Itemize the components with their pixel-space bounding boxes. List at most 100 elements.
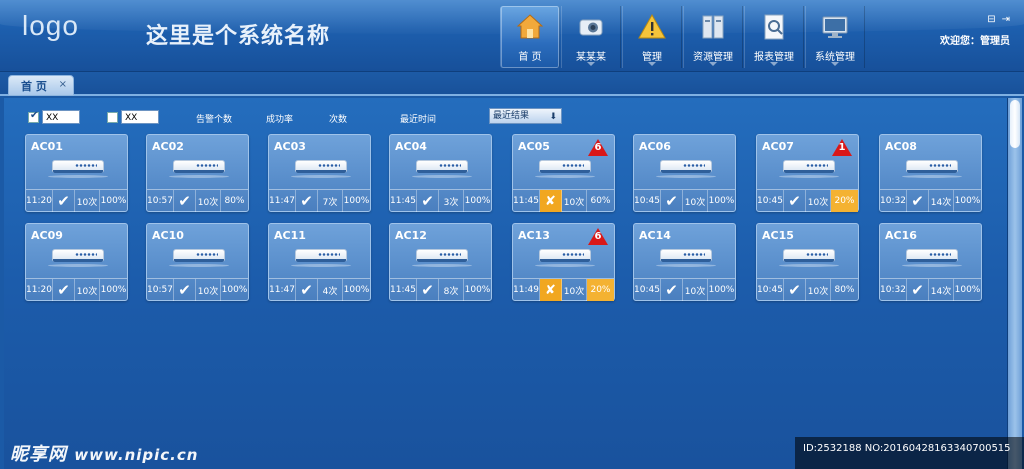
run-count: 10次	[806, 190, 831, 212]
success-rate: 100%	[100, 285, 127, 295]
device-card[interactable]: AC07 1 10:45 ✔ 10次 20%	[756, 134, 859, 212]
label-alert-count: 告警个数	[196, 115, 233, 125]
nav-resource[interactable]: 资源管理	[683, 6, 743, 68]
warning-icon	[637, 12, 667, 42]
router-icon	[295, 160, 347, 173]
router-icon	[660, 249, 712, 262]
filter-checkbox-1[interactable]	[28, 110, 39, 123]
device-card[interactable]: AC04 11:45 ✔ 3次 100%	[389, 134, 492, 212]
select-value: 最近结果	[493, 111, 530, 121]
watermark-site: www.nipic.cn	[74, 446, 199, 464]
nav-system[interactable]: 系统管理	[805, 6, 865, 68]
device-shadow	[535, 175, 595, 178]
success-rate: 20%	[831, 190, 858, 212]
alert-count: 1	[838, 142, 846, 153]
run-count: 14次	[929, 279, 954, 301]
device-card[interactable]: AC16 10:32 ✔ 14次 100%	[879, 223, 982, 301]
filter-input-2[interactable]: XX	[121, 110, 159, 124]
nav-label: 某某某	[576, 52, 606, 63]
check-icon: ✔	[174, 279, 196, 301]
device-card[interactable]: AC08 10:32 ✔ 14次 100%	[879, 134, 982, 212]
alert-badge[interactable]: 6	[588, 139, 608, 156]
device-card[interactable]: AC14 10:45 ✔ 10次 100%	[633, 223, 736, 301]
device-shadow	[169, 175, 229, 178]
device-name: AC01	[31, 140, 63, 153]
minimize-icon[interactable]: ⊟	[987, 14, 995, 25]
device-card[interactable]: AC01 11:20 ✔ 10次 100%	[25, 134, 128, 212]
device-card[interactable]: AC02 10:57 ✔ 10次 80%	[146, 134, 249, 212]
check-icon: ✔	[907, 279, 929, 301]
alert-count: 6	[594, 231, 602, 242]
run-count: 10次	[683, 190, 708, 212]
latest-time: 10:45	[634, 279, 661, 301]
device-shadow	[291, 264, 351, 267]
nav-label: 首 页	[518, 52, 542, 63]
success-rate: 100%	[464, 285, 491, 295]
check-icon: ✔	[784, 190, 806, 212]
latest-time: 10:32	[880, 279, 907, 301]
device-shadow	[656, 264, 716, 267]
alert-badge[interactable]: 1	[832, 139, 852, 156]
device-card[interactable]: AC12 11:45 ✔ 8次 100%	[389, 223, 492, 301]
latest-time: 10:32	[880, 190, 907, 212]
watermark-brand: 昵享网 www.nipic.cn	[10, 440, 198, 466]
scrollbar[interactable]	[1007, 98, 1022, 469]
device-card[interactable]: AC15 10:45 ✔ 10次 80%	[756, 223, 859, 301]
check-icon: ✔	[296, 279, 318, 301]
device-name: AC12	[395, 229, 427, 242]
tab-home[interactable]: 首 页 ×	[8, 75, 74, 96]
device-card[interactable]: AC09 11:20 ✔ 10次 100%	[25, 223, 128, 301]
filter-checkbox-2[interactable]	[107, 112, 118, 123]
device-card[interactable]: AC11 11:47 ✔ 4次 100%	[268, 223, 371, 301]
device-stats: 10:57 ✔ 10次 100%	[147, 278, 248, 301]
check-icon: ✔	[417, 190, 439, 212]
device-shadow	[779, 175, 839, 178]
nav-camera[interactable]: 某某某	[561, 6, 621, 68]
logout-icon[interactable]: ⇥	[1002, 14, 1010, 25]
router-icon	[783, 249, 835, 262]
cross-icon: ✘	[540, 190, 562, 212]
device-card[interactable]: AC06 10:45 ✔ 10次 100%	[633, 134, 736, 212]
device-shadow	[412, 175, 472, 178]
cross-icon: ✘	[540, 279, 562, 301]
device-name: AC08	[885, 140, 917, 153]
device-shadow	[902, 264, 962, 267]
router-icon	[783, 160, 835, 173]
watermark-brand-name: 昵享网	[10, 444, 67, 465]
device-card[interactable]: AC05 6 11:45 ✘ 10次 60%	[512, 134, 615, 212]
device-shadow	[535, 264, 595, 267]
nav-manage[interactable]: 管理	[622, 6, 682, 68]
nav-label: 管理	[642, 52, 662, 63]
device-card[interactable]: AC03 11:47 ✔ 7次 100%	[268, 134, 371, 212]
monitor-icon	[820, 12, 850, 42]
device-card[interactable]: AC13 6 11:49 ✘ 10次 20%	[512, 223, 615, 301]
nav-home[interactable]: 首 页	[500, 6, 560, 68]
run-count: 7次	[318, 190, 343, 212]
run-count: 10次	[562, 279, 587, 301]
close-icon[interactable]: ×	[59, 79, 67, 90]
device-stats: 10:45 ✔ 10次 100%	[634, 278, 735, 301]
device-shadow	[412, 264, 472, 267]
device-card[interactable]: AC10 10:57 ✔ 10次 100%	[146, 223, 249, 301]
latest-time: 10:57	[147, 190, 174, 212]
router-icon	[906, 160, 958, 173]
device-name: AC03	[274, 140, 306, 153]
latest-time: 11:45	[513, 190, 540, 212]
nav-report[interactable]: 报表管理	[744, 6, 804, 68]
scrollbar-thumb[interactable]	[1010, 100, 1020, 148]
report-icon	[759, 12, 789, 42]
run-count: 10次	[196, 190, 221, 212]
success-rate: 100%	[954, 285, 981, 295]
device-stats: 11:45 ✘ 10次 60%	[513, 189, 614, 212]
router-icon	[660, 160, 712, 173]
filter-input-1[interactable]: XX	[42, 110, 80, 124]
success-rate: 80%	[224, 196, 245, 206]
welcome-text: 欢迎您：管理员	[940, 36, 1010, 47]
device-shadow	[48, 175, 108, 178]
success-rate: 100%	[954, 196, 981, 206]
router-icon	[416, 249, 468, 262]
result-select[interactable]: 最近结果 ⬇	[489, 108, 562, 124]
alert-badge[interactable]: 6	[588, 228, 608, 245]
check-icon: ✔	[907, 190, 929, 212]
router-icon	[173, 160, 225, 173]
